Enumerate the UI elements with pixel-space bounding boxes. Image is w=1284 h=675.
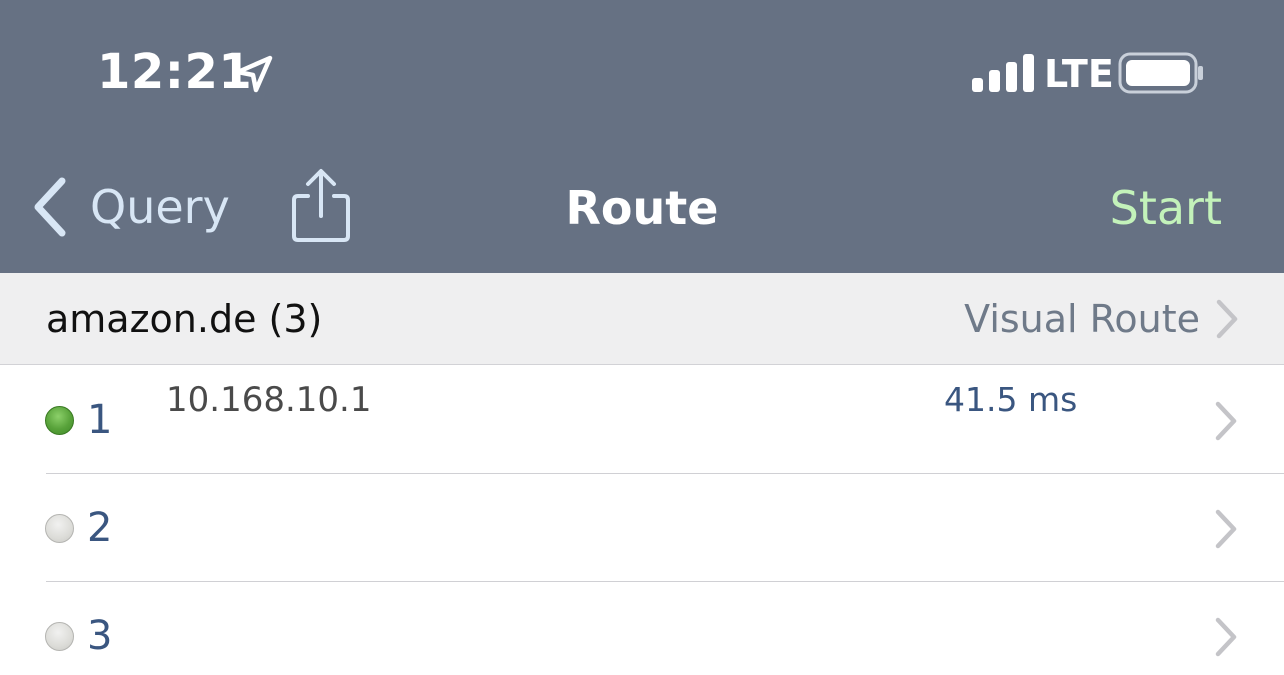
hop-number: 3 — [87, 613, 113, 659]
share-icon[interactable] — [288, 166, 354, 246]
chevron-left-icon — [34, 177, 66, 237]
hop-row[interactable]: 2 — [0, 474, 1284, 582]
location-arrow-icon — [235, 55, 273, 93]
screen: 12:21 LTE Query Route Start amazon.de (3… — [0, 0, 1284, 675]
chevron-right-icon — [1216, 299, 1238, 339]
visual-route-button[interactable]: Visual Route — [964, 293, 1240, 345]
start-button[interactable]: Start — [1110, 180, 1222, 236]
page-title: Route — [565, 181, 719, 235]
navigation-bar: 12:21 LTE Query Route Start — [0, 0, 1284, 273]
hop-ip-address: 10.168.10.1 — [166, 380, 372, 420]
hop-row[interactable]: 3 — [0, 582, 1284, 675]
network-type-label: LTE — [1044, 52, 1114, 96]
chevron-right-icon — [1215, 509, 1237, 549]
battery-icon — [1118, 52, 1203, 94]
chevron-right-icon — [1215, 617, 1237, 657]
status-dot-pending — [45, 514, 74, 543]
back-button[interactable]: Query — [30, 172, 230, 242]
hop-row[interactable]: 1 10.168.10.1 41.5 ms — [0, 366, 1284, 474]
hop-latency: 41.5 ms — [944, 380, 1078, 419]
status-dot-pending — [45, 622, 74, 651]
hop-number: 2 — [87, 505, 113, 551]
back-label: Query — [90, 180, 230, 234]
host-label: amazon.de (3) — [46, 297, 323, 341]
status-dot-reached — [45, 406, 74, 435]
hop-number: 1 — [87, 397, 113, 443]
visual-route-label: Visual Route — [964, 297, 1200, 341]
chevron-right-icon — [1215, 401, 1237, 441]
cellular-signal-icon — [972, 54, 1034, 92]
section-header: amazon.de (3) Visual Route — [0, 273, 1284, 365]
status-time: 12:21 — [97, 44, 253, 100]
